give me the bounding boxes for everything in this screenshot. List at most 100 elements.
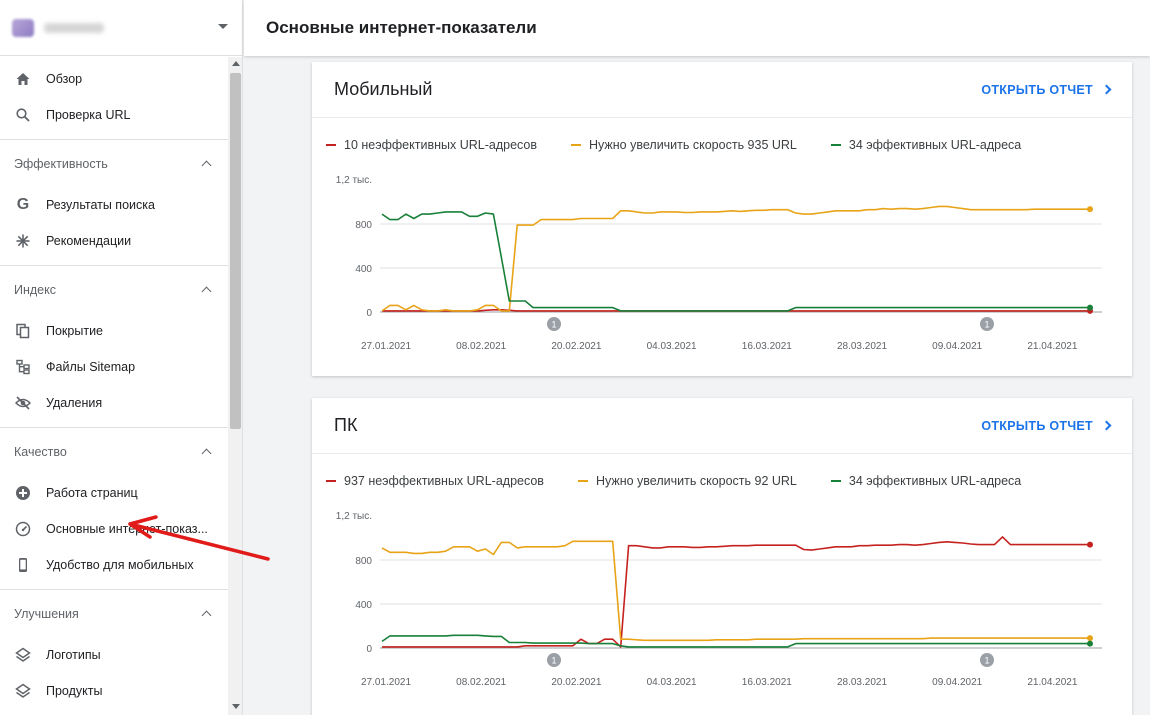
legend-item-good[interactable]: 34 эффективных URL-адреса (830, 138, 1021, 152)
sidebar-item-url-inspection[interactable]: Проверка URL (0, 97, 228, 133)
section-title: Индекс (14, 282, 56, 297)
x-tick-label: 27.01.2021 (361, 677, 411, 688)
y-tick-label: 400 (355, 600, 372, 611)
chart-legend: 937 неэффективных URL-адресов Нужно увел… (312, 454, 1132, 488)
legend-label: 34 эффективных URL-адреса (848, 474, 1022, 488)
sidebar: Обзор Проверка URL Эффективность G Резул… (0, 0, 243, 715)
x-tick-label: 09.04.2021 (932, 677, 982, 688)
chevron-right-icon (1101, 420, 1112, 431)
series-end-point (1087, 304, 1093, 311)
sidebar-item-sitemaps[interactable]: Файлы Sitemap (0, 349, 228, 385)
section-performance[interactable]: Эффективность (0, 139, 228, 187)
y-tick-label: 0 (366, 644, 372, 655)
page-title: Основные интернет-показатели (266, 18, 537, 37)
series-line (381, 205, 1090, 312)
annotation-marker-label: 1 (551, 320, 556, 330)
legend-label: 937 неэффективных URL-адресов (344, 474, 544, 488)
x-tick-label: 21.04.2021 (1027, 677, 1077, 688)
open-report-label: ОТКРЫТЬ ОТЧЕТ (981, 418, 1093, 433)
series-end-point (1087, 635, 1093, 642)
legend-item-needs-improvement[interactable]: Нужно увеличить скорость 935 URL (571, 138, 797, 152)
sidebar-item-label: Проверка URL (46, 108, 131, 122)
sidebar-scrollbar[interactable] (228, 57, 242, 715)
x-tick-label: 20.02.2021 (551, 341, 601, 352)
open-report-label: ОТКРЫТЬ ОТЧЕТ (981, 82, 1093, 97)
layers-icon (14, 682, 32, 700)
scroll-up-arrow-icon[interactable] (232, 61, 240, 66)
series-line (382, 536, 1090, 648)
y-tick-label: 0 (366, 308, 372, 319)
y-axis-max-label: 1,2 тыс. (336, 511, 372, 522)
sidebar-item-label: Продукты (46, 684, 103, 698)
section-index[interactable]: Индекс (0, 265, 228, 313)
legend-swatch (577, 480, 588, 482)
sidebar-item-label: Логотипы (46, 648, 101, 662)
annotation-marker-label: 1 (984, 320, 989, 330)
section-quality[interactable]: Качество (0, 427, 228, 475)
y-tick-label: 800 (355, 556, 372, 567)
page-header: Основные интернет-показатели (244, 0, 1150, 56)
card-title: ПК (334, 415, 358, 435)
scroll-thumb[interactable] (230, 73, 241, 429)
x-tick-label: 28.03.2021 (837, 677, 887, 688)
open-report-link[interactable]: ОТКРЫТЬ ОТЧЕТ (981, 82, 1112, 97)
scroll-down-arrow-icon[interactable] (232, 704, 240, 709)
chevron-up-icon[interactable] (201, 610, 212, 621)
property-avatar (12, 18, 34, 37)
sidebar-item-label: Рекомендации (46, 234, 132, 248)
chevron-up-icon[interactable] (201, 448, 212, 459)
search-icon (14, 106, 32, 124)
section-enhancements[interactable]: Улучшения (0, 589, 228, 637)
series-end-point (1087, 640, 1093, 647)
legend-swatch (571, 144, 581, 146)
y-tick-label: 400 (355, 264, 372, 275)
layers-icon (14, 646, 32, 664)
x-tick-label: 27.01.2021 (361, 341, 411, 352)
legend-item-needs-improvement[interactable]: Нужно увеличить скорость 92 URL (577, 474, 797, 488)
sidebar-item-label: Обзор (46, 72, 83, 86)
legend-item-good[interactable]: 34 эффективных URL-адреса (830, 474, 1022, 488)
sidebar-item-products[interactable]: Продукты (0, 673, 228, 709)
series-end-point (1087, 206, 1093, 213)
property-name-blurred (44, 22, 104, 33)
desktop-report-card: ПК ОТКРЫТЬ ОТЧЕТ 937 неэффективных URL-а… (312, 398, 1132, 715)
property-selector[interactable] (0, 0, 242, 56)
legend-item-poor[interactable]: 937 неэффективных URL-адресов (326, 474, 544, 488)
sidebar-item-logos[interactable]: Логотипы (0, 637, 228, 673)
sidebar-item-label: Удаления (46, 396, 103, 410)
nav-list: Обзор Проверка URL Эффективность G Резул… (0, 57, 228, 715)
sidebar-item-overview[interactable]: Обзор (0, 61, 228, 97)
card-title: Мобильный (334, 79, 433, 99)
sidebar-item-recommendations[interactable]: Рекомендации (0, 223, 228, 259)
legend-item-poor[interactable]: 10 неэффективных URL-адресов (326, 138, 537, 152)
section-title: Улучшения (14, 606, 79, 621)
legend-swatch (326, 480, 336, 482)
x-tick-label: 08.02.2021 (456, 341, 506, 352)
sidebar-item-removals[interactable]: Удаления (0, 385, 228, 421)
sidebar-item-coverage[interactable]: Покрытие (0, 313, 228, 349)
x-tick-label: 16.03.2021 (742, 677, 792, 688)
section-title: Качество (14, 444, 67, 459)
section-title: Эффективность (14, 156, 108, 171)
chevron-up-icon[interactable] (201, 160, 212, 171)
plus-circle-icon (14, 484, 32, 502)
home-icon (14, 70, 32, 88)
legend-label: Нужно увеличить скорость 92 URL (595, 474, 797, 488)
x-tick-label: 20.02.2021 (551, 677, 601, 688)
y-tick-label: 800 (355, 220, 372, 231)
asterisk-icon (14, 232, 32, 250)
x-tick-label: 16.03.2021 (742, 341, 792, 352)
sidebar-item-label: Файлы Sitemap (46, 360, 136, 374)
annotation-marker-label: 1 (551, 656, 556, 666)
sidebar-item-search-results[interactable]: G Результаты поиска (0, 187, 228, 223)
x-tick-label: 28.03.2021 (837, 341, 887, 352)
annotation-marker-label: 1 (984, 656, 989, 666)
caret-down-icon[interactable] (218, 24, 228, 29)
open-report-link[interactable]: ОТКРЫТЬ ОТЧЕТ (981, 418, 1112, 433)
sitemap-icon (14, 358, 32, 376)
x-tick-label: 04.03.2021 (647, 677, 697, 688)
phone-icon (14, 556, 32, 574)
legend-label: Нужно увеличить скорость 935 URL (589, 138, 797, 152)
series-line (381, 634, 1090, 648)
chevron-up-icon[interactable] (201, 286, 212, 297)
